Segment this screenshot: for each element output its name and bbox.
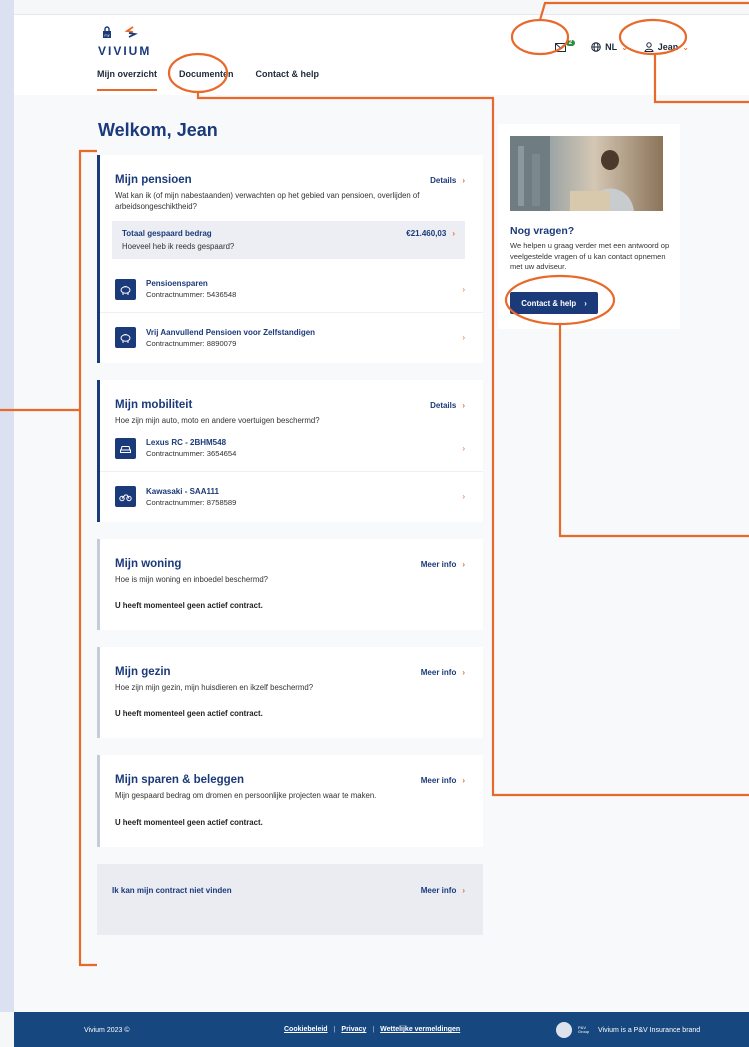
footer-link-cookiebeleid[interactable]: Cookiebeleid: [284, 1026, 328, 1033]
contract-row[interactable]: Pensioensparen Contractnummer: 5436548 ›: [100, 267, 483, 313]
help-sidebar: Nog vragen? We helpen u graag verder met…: [498, 124, 680, 329]
contract-name: Lexus RC - 2BHM548: [146, 438, 227, 448]
chevron-right-icon: ›: [462, 333, 465, 343]
chevron-right-icon: ›: [462, 492, 465, 502]
contract-number: Contractnummer: 8890079: [146, 338, 237, 348]
meer-info-link[interactable]: Meer info ›: [421, 776, 465, 785]
advisor-photo: [510, 136, 663, 211]
footer-links: Cookiebeleid | Privacy | Wettelijke verm…: [284, 1026, 460, 1033]
tab-documenten[interactable]: Documenten: [179, 69, 234, 79]
chevron-right-icon: ›: [584, 298, 587, 308]
contract-name: Pensioensparen: [146, 279, 208, 289]
card-pensioen: Mijn pensioen Details › Wat kan ik (of mi…: [97, 155, 483, 363]
messages-button[interactable]: 2: [554, 40, 576, 52]
contract-number: Contractnummer: 5436548: [146, 290, 237, 300]
total-saved-box[interactable]: Totaal gespaard bedrag Hoeveel heb ik re…: [112, 220, 465, 259]
language-select[interactable]: NL ⌄: [591, 42, 628, 52]
globe-icon: [591, 42, 601, 52]
details-link[interactable]: Details ›: [430, 176, 465, 185]
chevron-right-icon: ›: [462, 284, 465, 294]
left-strip: [0, 0, 14, 1012]
card-mobiliteit: Mijn mobiliteit Details › Hoe zijn mijn a…: [97, 379, 483, 522]
card-title: Ik kan mijn contract niet vinden: [112, 885, 232, 895]
card-title: Mijn pensioen: [115, 174, 192, 186]
chevron-down-icon: ⌄: [682, 42, 689, 52]
contract-row[interactable]: Vrij Aanvullend Pensioen voor Zelfstandi…: [100, 313, 483, 363]
card-title: Mijn sparen & beleggen: [115, 774, 245, 787]
card-sparen-beleggen: Mijn sparen & beleggen Meer info › Mijn g…: [97, 755, 483, 847]
card-subtitle: Hoe zijn mijn gezin, mijn huisdieren en …: [115, 683, 314, 693]
brand-wordmark: VIVIUM: [98, 44, 152, 58]
header: my VIVIUM Mijn overzicht Documenten Cont…: [14, 15, 749, 95]
card-title: Mijn woning: [115, 557, 182, 570]
contact-help-button[interactable]: Contact & help ›: [510, 292, 598, 314]
chevron-right-icon: ›: [462, 668, 465, 678]
chevron-down-icon: ⌄: [621, 42, 628, 52]
total-title: Totaal gespaard bedrag: [122, 228, 212, 238]
meer-info-link[interactable]: Meer info ›: [421, 886, 465, 895]
page-title: Welkom, Jean: [98, 120, 218, 140]
card-gezin: Mijn gezin Meer info › Hoe zijn mijn gezi…: [97, 647, 483, 739]
car-icon: [115, 437, 136, 459]
piggy-bank-icon: [115, 278, 136, 300]
card-subtitle: Mijn gespaard bedrag om dromen en persoo…: [115, 791, 377, 801]
piggy-bank-icon: [115, 327, 136, 349]
contract-number: Contractnummer: 8758589: [146, 497, 237, 507]
tab-mijn-overzicht[interactable]: Mijn overzicht: [97, 69, 158, 91]
user-menu[interactable]: Jean ⌄: [644, 42, 689, 52]
no-contract-text: U heeft momenteel geen actief contract.: [115, 601, 263, 611]
side-text: We helpen u graag verder met een antwoor…: [510, 241, 670, 271]
vivium-logo[interactable]: my VIVIUM: [98, 26, 158, 64]
footer-link-wettelijke[interactable]: Wettelijke vermeldingen: [380, 1026, 460, 1033]
meer-info-link[interactable]: Meer info ›: [421, 560, 465, 569]
footer-brand: P&V Group Vivium is a P&V Insurance bran…: [556, 1022, 700, 1038]
chevron-right-icon: ›: [462, 776, 465, 786]
card-woning: Mijn woning Meer info › Hoe is mijn wonin…: [97, 538, 483, 631]
lock-icon: my: [103, 26, 111, 38]
total-subtitle: Hoeveel heb ik reeds gespaard?: [122, 241, 235, 251]
chevron-right-icon: ›: [462, 443, 465, 453]
card-subtitle: Hoe zijn mijn auto, moto en andere voert…: [115, 415, 320, 425]
card-subtitle: Hoe is mijn woning en inboedel beschermd…: [115, 574, 268, 584]
footer: Vivium 2023 © Cookiebeleid | Privacy | W…: [14, 1012, 749, 1047]
contract-not-found-card[interactable]: Ik kan mijn contract niet vinden Meer in…: [97, 863, 483, 935]
chevron-right-icon: ›: [462, 176, 465, 185]
footer-separator: |: [372, 1026, 375, 1033]
card-title: Mijn gezin: [115, 666, 171, 679]
footer-copyright: Vivium 2023 ©: [84, 1027, 130, 1034]
chevron-logo-icon: [124, 26, 138, 38]
card-subtitle: Wat kan ik (of mijn nabestaanden) verwac…: [115, 191, 420, 212]
mail-icon: [554, 42, 566, 52]
card-title: Mijn mobiliteit: [115, 398, 193, 411]
contract-row[interactable]: Kawasaki - SAA111 Contractnummer: 8758589…: [100, 472, 483, 522]
contract-name: Kawasaki - SAA111: [146, 486, 219, 496]
user-icon: [644, 42, 654, 52]
contract-row[interactable]: Lexus RC - 2BHM548 Contractnummer: 365465…: [100, 426, 483, 472]
user-name: Jean: [657, 42, 679, 52]
overview-column: Mijn pensioen Details › Wat kan ik (of mi…: [97, 155, 483, 935]
language-label: NL: [605, 42, 618, 52]
chevron-right-icon: ›: [462, 559, 465, 569]
footer-separator: |: [333, 1026, 336, 1033]
side-question: Nog vragen?: [510, 225, 575, 237]
contract-number: Contractnummer: 3654654: [146, 449, 237, 459]
footer-link-privacy[interactable]: Privacy: [341, 1026, 366, 1033]
header-actions: 2 NL ⌄ Jean ⌄: [554, 40, 689, 52]
motorbike-icon: [115, 486, 136, 508]
tab-contact-help[interactable]: Contact & help: [256, 69, 320, 79]
main-nav: Mijn overzicht Documenten Contact & help: [97, 69, 341, 91]
brand-mark-text: P&V Group: [578, 1025, 590, 1034]
meer-info-link[interactable]: Meer info ›: [421, 668, 465, 677]
contract-name: Vrij Aanvullend Pensioen voor Zelfstandi…: [146, 327, 316, 337]
no-contract-text: U heeft momenteel geen actief contract.: [115, 817, 263, 827]
chevron-right-icon: ›: [462, 400, 465, 410]
messages-badge: 2: [565, 40, 576, 46]
brand-text: Vivium is a P&V Insurance brand: [598, 1026, 701, 1034]
pv-logo-icon: [556, 1022, 572, 1038]
no-contract-text: U heeft momenteel geen actief contract.: [115, 709, 263, 719]
chevron-right-icon: ›: [462, 885, 465, 895]
svg-text:my: my: [104, 34, 109, 38]
total-amount: €21.460,03 ›: [406, 228, 455, 238]
details-link[interactable]: Details ›: [430, 401, 465, 410]
